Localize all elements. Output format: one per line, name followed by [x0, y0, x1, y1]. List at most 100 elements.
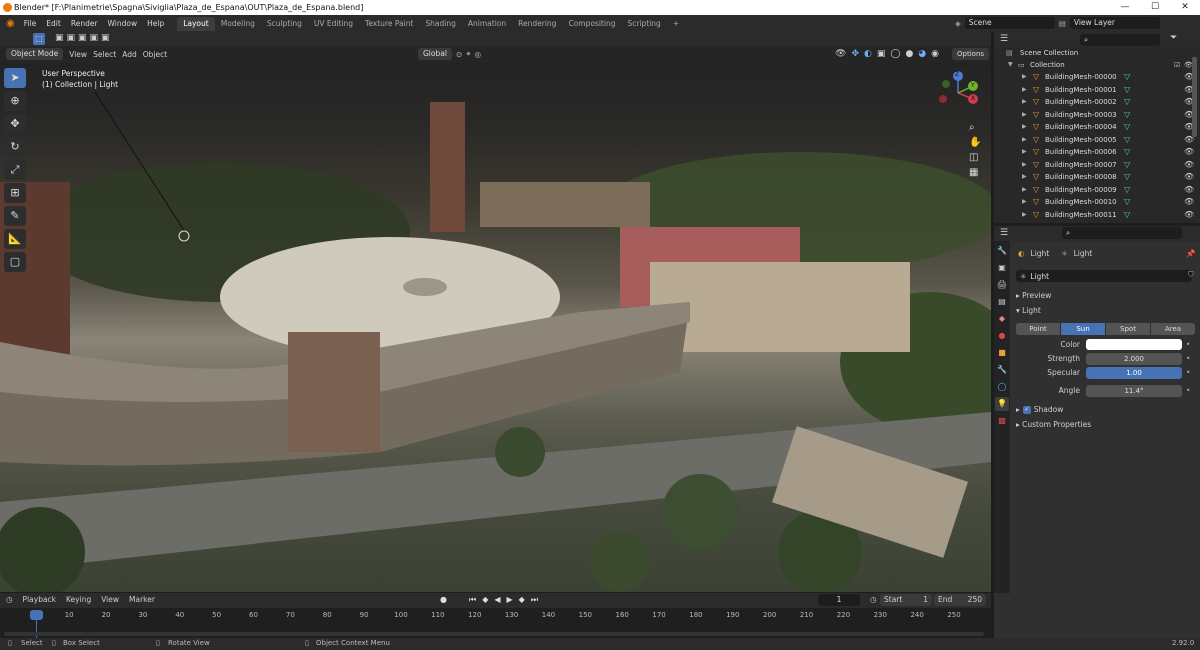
menu-file[interactable]: File — [19, 15, 42, 32]
output-tab-icon[interactable]: 🖨 — [995, 278, 1009, 292]
pin-icon[interactable]: 📌 — [1186, 249, 1195, 258]
shadow-checkbox[interactable]: ✓ — [1022, 405, 1031, 414]
tab-sculpting[interactable]: Sculpting — [261, 17, 308, 31]
outliner-item[interactable]: ▶ ▽ BuildingMesh-00005 ▽ 👁 — [994, 134, 1200, 147]
pan-hand-icon[interactable]: ✋ — [969, 137, 981, 148]
light-type-area[interactable]: Area — [1151, 323, 1195, 335]
checkbox-icon[interactable]: ☑ — [1174, 59, 1180, 72]
mesh-data-icon[interactable]: ▽ — [1124, 134, 1130, 147]
outliner-item[interactable]: ▶ ▽ BuildingMesh-00007 ▽ 👁 — [994, 159, 1200, 172]
material-shading-icon[interactable]: ◕ — [918, 49, 926, 59]
texture-tab-icon[interactable]: ▩ — [995, 414, 1009, 428]
playhead[interactable] — [30, 610, 43, 620]
expand-arrow-icon[interactable]: ▶ — [1022, 84, 1027, 97]
light-type-sun[interactable]: Sun — [1061, 323, 1105, 335]
expand-arrow-icon[interactable]: ▶ — [1022, 134, 1027, 147]
mesh-data-icon[interactable]: ▽ — [1124, 96, 1130, 109]
strength-field[interactable]: 2.000 — [1086, 353, 1182, 365]
snap-icon[interactable]: ⌖ — [466, 49, 470, 59]
preview-panel[interactable]: ▸ Preview — [1016, 291, 1051, 300]
eye-icon[interactable]: 👁 — [1184, 146, 1194, 159]
expand-arrow-icon[interactable]: ▶ — [1022, 121, 1027, 134]
outliner-scrollbar[interactable] — [1192, 57, 1197, 137]
eye-icon[interactable]: 👁 — [1184, 184, 1194, 197]
mesh-data-icon[interactable]: ▽ — [1124, 184, 1130, 197]
prev-keyframe-icon[interactable]: ◆ — [482, 595, 488, 605]
menu-render[interactable]: Render — [66, 15, 103, 32]
end-frame-field[interactable]: End 250 — [934, 594, 986, 606]
mesh-data-icon[interactable]: ▽ — [1124, 159, 1130, 172]
overlay-toggle-icon[interactable]: ◐ — [864, 49, 872, 59]
tab-compositing[interactable]: Compositing — [562, 17, 621, 31]
tab-animation[interactable]: Animation — [462, 17, 512, 31]
light-panel[interactable]: ▾ Light — [1016, 306, 1041, 315]
mesh-data-icon[interactable]: ▽ — [1124, 196, 1130, 209]
object-tab-icon[interactable]: ■ — [995, 346, 1009, 360]
blender-menu-icon[interactable]: ◉ — [6, 18, 15, 29]
timeline-menu-keying[interactable]: Keying — [66, 595, 91, 604]
viewport-menu-add[interactable]: Add — [122, 50, 137, 59]
timeline-editor-icon[interactable]: ◷ — [6, 595, 13, 604]
filter-icon[interactable]: ⏷ — [1170, 33, 1177, 43]
properties-editor-icon[interactable]: ☰ — [1000, 228, 1008, 238]
custom-properties-panel[interactable]: ▸ Custom Properties — [1016, 420, 1091, 429]
color-swatch[interactable] — [1086, 339, 1182, 350]
tab-scripting[interactable]: Scripting — [621, 17, 666, 31]
timeline-menu-playback[interactable]: Playback — [23, 595, 56, 604]
scale-tool-icon[interactable]: ⤢ — [4, 160, 26, 180]
play-reverse-icon[interactable]: ◀ — [494, 595, 500, 605]
object-mode-dropdown[interactable]: Object Mode — [6, 48, 64, 60]
eye-icon[interactable]: 👁 — [1184, 171, 1194, 184]
current-frame-field[interactable]: 1 — [818, 594, 860, 606]
expand-arrow-icon[interactable]: ▶ — [1022, 109, 1027, 122]
timeline[interactable]: 1102030405060708090100110120130140150160… — [0, 608, 991, 638]
tab-shading[interactable]: Shading — [419, 17, 461, 31]
scene-tab-icon[interactable]: ◆ — [995, 312, 1009, 326]
light-data-tab-icon[interactable]: 💡 — [995, 397, 1009, 411]
ortho-grid-icon[interactable]: ▦ — [969, 167, 981, 178]
expand-arrow-icon[interactable]: ▶ — [1022, 171, 1027, 184]
expand-arrow-icon[interactable]: ▶ — [1022, 71, 1027, 84]
jump-end-icon[interactable]: ⏭ — [531, 595, 538, 605]
record-icon[interactable]: ● — [440, 595, 447, 605]
outliner-item[interactable]: ▶ ▽ BuildingMesh-00009 ▽ 👁 — [994, 184, 1200, 197]
add-cube-tool-icon[interactable]: ▢ — [4, 252, 26, 272]
clock-icon[interactable]: ◷ — [870, 595, 877, 604]
light-datablock-name[interactable]: Light — [1030, 272, 1049, 281]
viewport-menu-select[interactable]: Select — [93, 50, 116, 59]
next-keyframe-icon[interactable]: ◆ — [519, 595, 525, 605]
keyframe-dot-icon[interactable]: • — [1186, 354, 1190, 363]
mesh-data-icon[interactable]: ▽ — [1124, 71, 1130, 84]
scene-collection-row[interactable]: ▤ Scene Collection — [994, 47, 1200, 59]
outliner-search[interactable]: ⌕ — [1080, 34, 1160, 46]
light-type-spot[interactable]: Spot — [1106, 323, 1150, 335]
render-tab-icon[interactable]: ▣ — [995, 261, 1009, 275]
play-icon[interactable]: ▶ — [507, 595, 513, 605]
shadow-panel[interactable]: ▸ ✓ Shadow — [1016, 405, 1063, 414]
navigation-gizmo[interactable]: Z X Y — [935, 70, 981, 116]
eye-icon[interactable]: 👁 — [1184, 159, 1194, 172]
start-frame-field[interactable]: Start 1 — [880, 594, 932, 606]
proportional-edit-icon[interactable]: ◎ — [474, 50, 481, 59]
editor-type-icon[interactable]: ☰ — [1000, 34, 1008, 44]
outliner-item[interactable]: ▶ ▽ BuildingMesh-00000 ▽ 👁 — [994, 71, 1200, 84]
transform-tool-icon[interactable]: ⊞ — [4, 183, 26, 203]
jump-start-icon[interactable]: ⏮ — [469, 595, 476, 605]
mesh-data-icon[interactable]: ▽ — [1124, 209, 1130, 222]
fake-user-icon[interactable]: ⛉ — [1188, 270, 1194, 280]
expand-arrow-icon[interactable]: ▶ — [1022, 184, 1027, 197]
xray-icon[interactable]: ▣ — [877, 49, 886, 59]
keyframe-dot-icon[interactable]: • — [1186, 340, 1190, 349]
transform-orientation-dropdown[interactable]: Global — [418, 48, 452, 60]
tab-uv-editing[interactable]: UV Editing — [308, 17, 359, 31]
tab-layout[interactable]: Layout — [177, 17, 215, 31]
close-button[interactable]: ✕ — [1170, 0, 1200, 15]
tab-modeling[interactable]: Modeling — [215, 17, 261, 31]
view-layer-field[interactable]: View Layer — [1069, 17, 1160, 29]
scene-field[interactable]: Scene — [964, 17, 1055, 29]
camera-view-icon[interactable]: ◫ — [969, 152, 981, 163]
annotate-tool-icon[interactable]: ✎ — [4, 206, 26, 226]
mesh-data-icon[interactable]: ▽ — [1124, 171, 1130, 184]
solid-shading-icon[interactable]: ● — [905, 49, 913, 59]
keyframe-dot-icon[interactable]: • — [1186, 368, 1190, 377]
